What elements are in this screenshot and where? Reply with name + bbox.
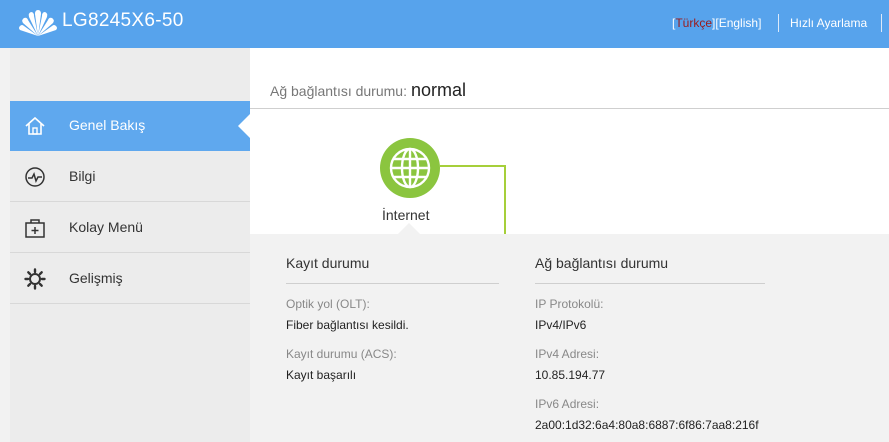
connection-line xyxy=(440,165,506,167)
sidebar-item-overview[interactable]: Genel Bakış xyxy=(10,101,250,151)
header-divider xyxy=(778,14,779,32)
divider xyxy=(286,283,499,284)
lang-bracket-close: ] xyxy=(758,16,762,30)
toolbox-icon xyxy=(25,219,45,238)
acs-label: Kayıt durumu (ACS): xyxy=(286,347,397,361)
ipv4-value: 10.85.194.77 xyxy=(535,368,606,382)
language-switcher: [Türkçe][English] xyxy=(672,16,761,30)
pulse-icon xyxy=(25,167,45,187)
connection-line xyxy=(504,165,506,234)
registration-title: Kayıt durumu xyxy=(286,255,370,271)
device-model: LG8245X6-50 xyxy=(62,10,184,31)
connection-status: Ağ bağlantısı durumu: normal xyxy=(270,80,466,101)
sidebar-item-label: Bilgi xyxy=(69,168,96,184)
sidebar-item-label: Gelişmiş xyxy=(69,270,123,286)
lang-bracket-mid: ][ xyxy=(712,16,719,30)
huawei-logo-icon xyxy=(19,10,57,36)
divider xyxy=(535,283,765,284)
active-nav-pointer xyxy=(238,114,250,138)
section-pointer xyxy=(398,223,420,234)
gear-icon xyxy=(24,268,46,290)
lang-english-link[interactable]: English xyxy=(719,16,758,30)
top-header: LG8245X6-50 [Türkçe][English] Hızlı Ayar… xyxy=(0,0,889,48)
sidebar-item-easy-menu[interactable]: Kolay Menü xyxy=(10,203,250,253)
ipv4-label: IPv4 Adresi: xyxy=(535,347,600,361)
sidebar-item-advanced[interactable]: Gelişmiş xyxy=(10,254,250,304)
sidebar-item-label: Kolay Menü xyxy=(69,219,143,235)
network-status-title: Ağ bağlantısı durumu xyxy=(535,255,669,271)
lang-turkish-link[interactable]: Türkçe xyxy=(675,16,712,30)
internet-label: İnternet xyxy=(382,207,430,223)
ip-protocol-label: IP Protokolü: xyxy=(535,297,604,311)
overview-panel: Ağ bağlantısı durumu: normal İnternet xyxy=(250,48,889,234)
connection-status-value: normal xyxy=(410,80,467,100)
connection-status-label: Ağ bağlantısı durumu: xyxy=(270,83,407,99)
ip-protocol-value: IPv4/IPv6 xyxy=(535,318,587,332)
header-divider xyxy=(881,14,882,32)
sidebar-item-label: Genel Bakış xyxy=(69,117,146,133)
quick-setup-link[interactable]: Hızlı Ayarlama xyxy=(790,16,867,30)
ipv6-label: IPv6 Adresi: xyxy=(535,397,600,411)
home-icon xyxy=(25,116,45,135)
globe-icon[interactable] xyxy=(380,138,440,198)
ipv6-value: 2a00:1d32:6a4:80a8:6887:6f86:7aa8:216f xyxy=(535,418,759,432)
divider xyxy=(250,108,889,109)
sidebar: Genel Bakış Bilgi Kolay Menü Gelişmiş xyxy=(10,48,250,442)
sidebar-item-info[interactable]: Bilgi xyxy=(10,152,250,202)
olt-value: Fiber bağlantısı kesildi. xyxy=(286,318,409,332)
olt-label: Optik yol (OLT): xyxy=(286,297,370,311)
acs-value: Kayıt başarılı xyxy=(286,368,357,382)
